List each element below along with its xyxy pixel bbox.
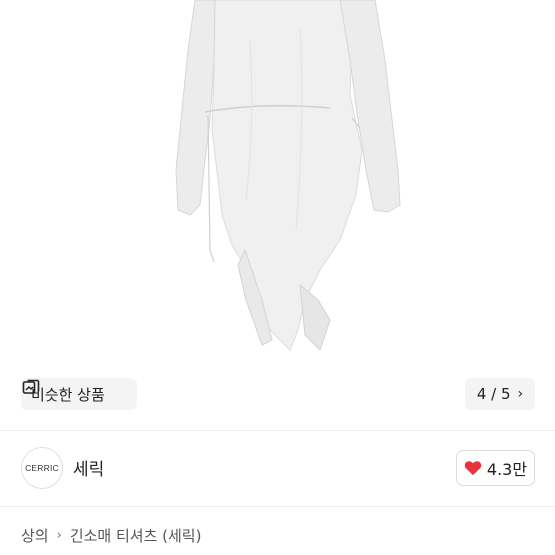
- heart-icon: [464, 461, 482, 476]
- shop-name[interactable]: 세릭: [73, 455, 104, 480]
- product-image-area[interactable]: 비슷한 상품 4 / 5 ›: [0, 0, 555, 430]
- shop-logo-text: CERRIC: [25, 463, 59, 473]
- image-counter-text: 4 / 5: [476, 385, 511, 403]
- similar-products-icon: [22, 379, 40, 394]
- shop-logo[interactable]: CERRIC: [21, 447, 63, 489]
- image-counter-button[interactable]: 4 / 5 ›: [465, 378, 535, 410]
- shop-info-row: CERRIC 세릭 4.3만: [0, 431, 555, 506]
- similar-products-button[interactable]: 비슷한 상품: [21, 378, 137, 410]
- like-count: 4.3만: [486, 460, 528, 479]
- breadcrumb: 상의 › 긴소매 티셔츠 (세릭): [21, 525, 201, 546]
- like-button[interactable]: 4.3만: [456, 450, 535, 486]
- similar-products-label: 비슷한 상품: [31, 385, 105, 404]
- chevron-right-icon: ›: [56, 528, 62, 543]
- breadcrumb-item[interactable]: 상의: [21, 525, 49, 546]
- chevron-right-icon: ›: [517, 386, 524, 402]
- product-photo: [175, 0, 401, 351]
- breadcrumb-item[interactable]: 긴소매 티셔츠 (세릭): [70, 525, 202, 546]
- divider: [0, 506, 555, 507]
